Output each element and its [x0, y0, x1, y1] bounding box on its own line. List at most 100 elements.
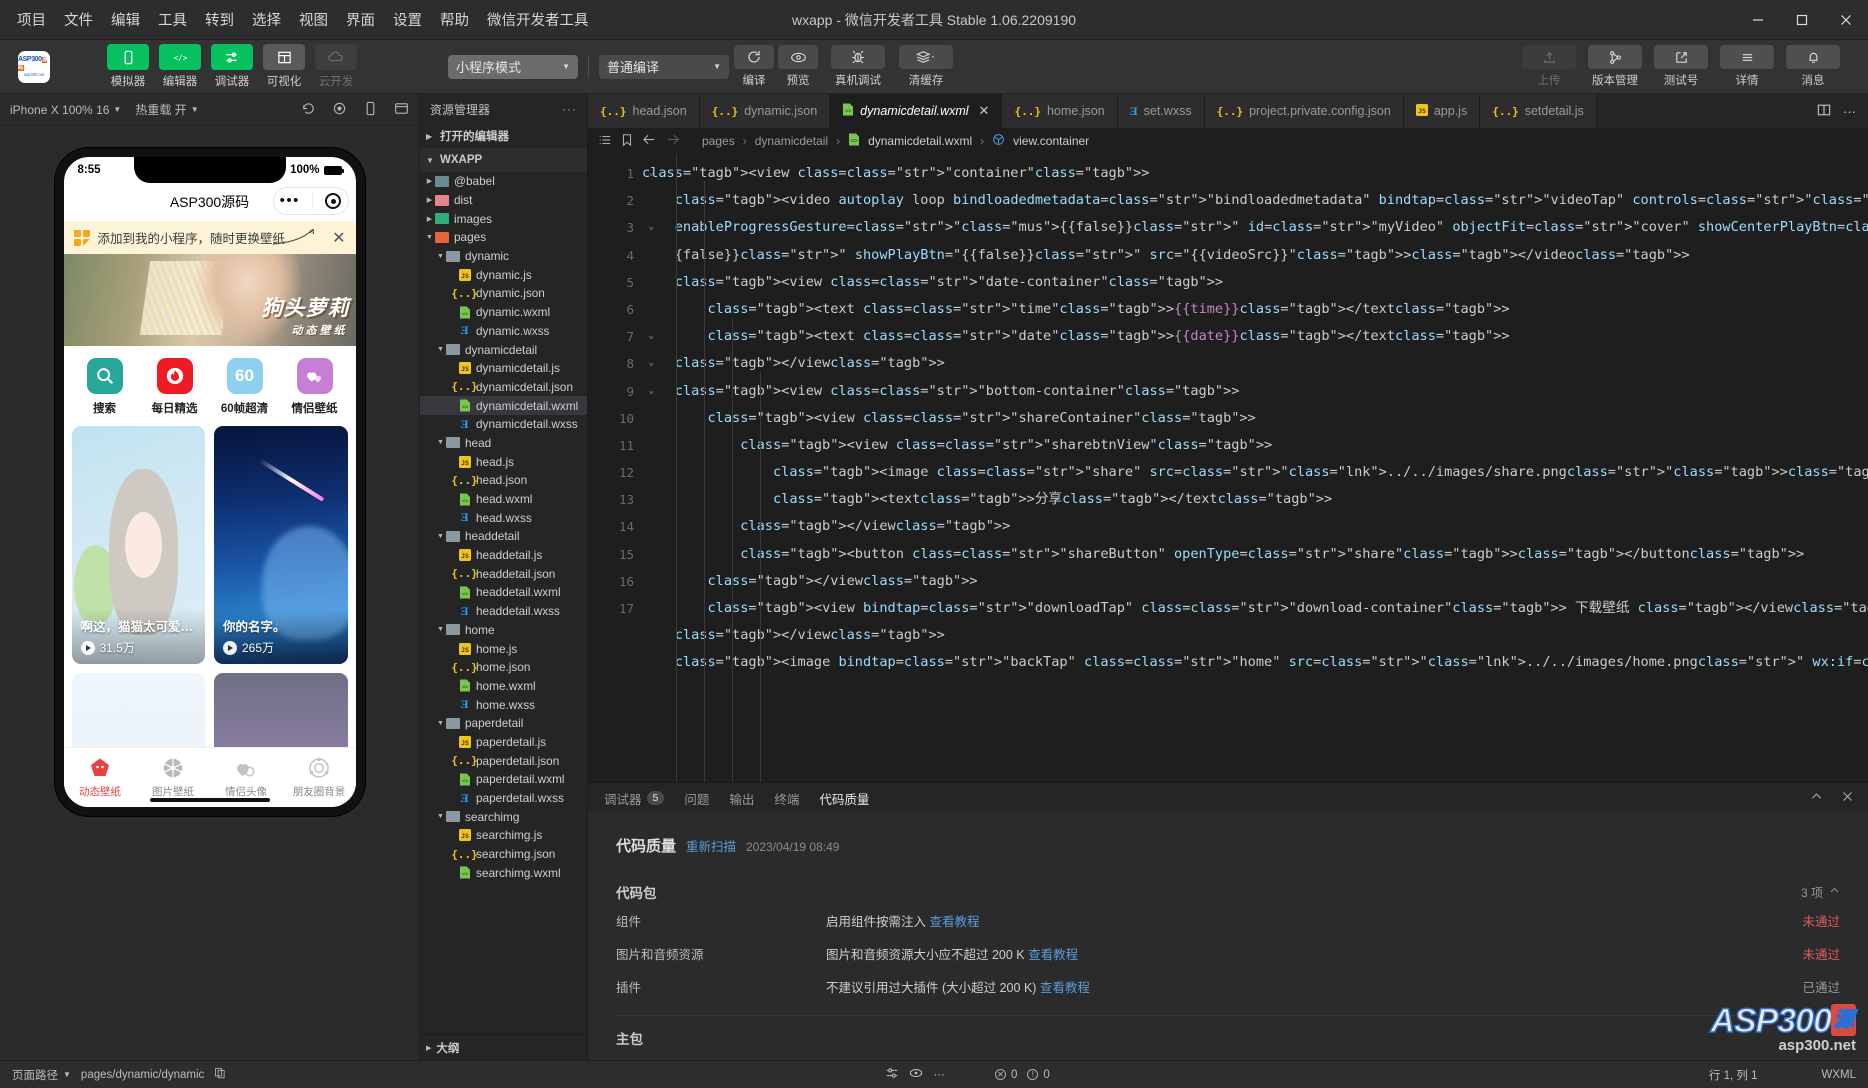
- menu-item-2[interactable]: 编辑: [102, 5, 149, 34]
- open-editors-section[interactable]: ▶ 打开的编辑器: [420, 124, 587, 148]
- phone-tab-item[interactable]: 朋友圈背景: [287, 756, 351, 799]
- editor-tab[interactable]: {..} project.private.config.json: [1204, 94, 1404, 128]
- tree-folder[interactable]: ▶ images: [420, 209, 587, 228]
- panel-tab[interactable]: 问题: [682, 783, 711, 814]
- mode-button-debugger[interactable]: 调试器: [210, 44, 254, 89]
- menu-item-6[interactable]: 视图: [290, 5, 337, 34]
- tree-file[interactable]: JS head.js: [420, 452, 587, 471]
- more-icon[interactable]: ···: [1843, 104, 1856, 119]
- settings-icon[interactable]: [885, 1066, 899, 1083]
- tree-folder[interactable]: ▼ home: [420, 621, 587, 640]
- tree-file[interactable]: {..} home.json: [420, 658, 587, 677]
- toolbar-button-test-id[interactable]: 测试号: [1652, 45, 1710, 88]
- file-tree[interactable]: ▶ @babel ▶ dist ▶ images ▼ pages ▼ dynamic JS dynam…: [420, 172, 587, 1034]
- tree-file[interactable]: {..} searchimg.json: [420, 845, 587, 864]
- code-content[interactable]: class="tagb"><view class=class="str">"co…: [642, 154, 1868, 782]
- tree-file[interactable]: <> dynamic.wxml: [420, 303, 587, 322]
- breadcrumb-item[interactable]: pages: [702, 134, 735, 148]
- tree-file[interactable]: Ǝdynamic.wxss: [420, 322, 587, 341]
- chevron-up-icon[interactable]: [1829, 885, 1840, 899]
- tree-file[interactable]: Ǝpaperdetail.wxss: [420, 789, 587, 808]
- device-select[interactable]: iPhone X 100% 16 ▼: [10, 103, 121, 117]
- record-icon[interactable]: [332, 101, 347, 119]
- tree-file[interactable]: Ǝhead.wxss: [420, 508, 587, 527]
- editor-tab[interactable]: {..} home.json: [1002, 94, 1118, 128]
- quicknav-item[interactable]: 情侣壁纸: [287, 358, 343, 416]
- eye-icon[interactable]: [909, 1066, 923, 1083]
- phone-tab-item[interactable]: 图片壁纸: [141, 756, 205, 799]
- menu-item-3[interactable]: 工具: [149, 5, 196, 34]
- editor-tab[interactable]: {..} setdetail.js: [1480, 94, 1597, 128]
- editor-tab[interactable]: JS app.js: [1403, 94, 1481, 128]
- compile-select[interactable]: 普通编译 ▼: [599, 54, 729, 79]
- toolbar-button-real-debug[interactable]: 真机调试: [829, 45, 887, 88]
- tree-folder[interactable]: ▼ pages: [420, 228, 587, 247]
- page-path-select[interactable]: 页面路径 ▼: [12, 1067, 71, 1083]
- language-mode[interactable]: WXML: [1822, 1069, 1857, 1081]
- close-icon[interactable]: ✕: [979, 103, 990, 119]
- cursor-position[interactable]: 行 1, 列 1: [1709, 1067, 1758, 1083]
- arrow-right-icon[interactable]: [665, 132, 680, 150]
- toolbar-button-version[interactable]: 版本管理: [1586, 45, 1644, 88]
- split-editor-icon[interactable]: [1817, 103, 1831, 120]
- mode-select[interactable]: 小程序模式 ▼: [448, 54, 578, 79]
- menu-item-4[interactable]: 转到: [196, 5, 243, 34]
- tree-file[interactable]: {..} head.json: [420, 471, 587, 490]
- panel-tab[interactable]: 调试器 5: [602, 783, 666, 814]
- close-icon[interactable]: ✕: [332, 228, 345, 248]
- wallpaper-card[interactable]: 你的名字。 265万: [214, 426, 348, 664]
- tree-folder[interactable]: ▼ headdetail: [420, 527, 587, 546]
- list-icon[interactable]: [598, 133, 612, 150]
- chevron-up-icon[interactable]: [1810, 790, 1823, 806]
- toolbar-button-upload[interactable]: 上传: [1520, 45, 1578, 88]
- editor-tab[interactable]: {..} head.json: [588, 94, 700, 128]
- tree-file[interactable]: JS dynamicdetail.js: [420, 359, 587, 378]
- menu-item-1[interactable]: 文件: [55, 5, 102, 34]
- device-icon[interactable]: [363, 101, 378, 119]
- toolbar-button-clear-cache[interactable]: 清缓存: [897, 45, 955, 88]
- menu-item-0[interactable]: 项目: [8, 5, 55, 34]
- copy-icon[interactable]: [214, 1067, 226, 1082]
- warning-count[interactable]: ! 0: [1027, 1069, 1050, 1081]
- tree-file[interactable]: <> head.wxml: [420, 490, 587, 509]
- tree-folder[interactable]: ▶ @babel: [420, 172, 587, 191]
- panel-tab[interactable]: 输出: [727, 783, 756, 814]
- editor-tab-bar[interactable]: {..} head.json {..} dynamic.json <> dynamicde…: [588, 94, 1868, 128]
- tree-folder[interactable]: ▼ dynamicdetail: [420, 340, 587, 359]
- tree-file[interactable]: <> headdetail.wxml: [420, 583, 587, 602]
- close-button[interactable]: [1824, 0, 1868, 40]
- quicknav-item[interactable]: 60 60帧超清: [217, 358, 273, 416]
- close-icon[interactable]: [1841, 790, 1854, 806]
- tree-file[interactable]: JS searchimg.js: [420, 826, 587, 845]
- tree-file[interactable]: JS dynamic.js: [420, 265, 587, 284]
- tree-file[interactable]: <> dynamicdetail.wxml: [420, 396, 587, 415]
- hot-reload-select[interactable]: 热重载 开 ▼: [135, 101, 198, 118]
- quicknav-item[interactable]: 每日精选: [147, 358, 203, 416]
- tree-file[interactable]: JS headdetail.js: [420, 546, 587, 565]
- mode-button-visualize[interactable]: 可视化: [262, 44, 306, 89]
- menu-bar[interactable]: 项目 文件 编辑 工具 转到 选择 视图 界面 设置 帮助 微信开发者工具: [0, 5, 598, 34]
- more-icon[interactable]: •••: [280, 193, 300, 208]
- mode-button-simulator[interactable]: 模拟器: [106, 44, 150, 89]
- quicknav-item[interactable]: 搜索: [77, 358, 133, 416]
- maximize-button[interactable]: [1780, 0, 1824, 40]
- tutorial-link[interactable]: 查看教程: [1028, 948, 1078, 962]
- panel-tab-bar[interactable]: 调试器 5 问题 输出 终端 代码质量: [588, 783, 1868, 816]
- minimize-button[interactable]: [1736, 0, 1780, 40]
- tree-file[interactable]: <> searchimg.wxml: [420, 863, 587, 882]
- menu-item-8[interactable]: 设置: [384, 5, 431, 34]
- tree-folder[interactable]: ▼ searchimg: [420, 807, 587, 826]
- outline-section[interactable]: ▶ 大纲: [420, 1034, 587, 1060]
- mode-button-editor[interactable]: </> 编辑器: [158, 44, 202, 89]
- menu-item-5[interactable]: 选择: [243, 5, 290, 34]
- menu-item-7[interactable]: 界面: [337, 5, 384, 34]
- tutorial-link[interactable]: 查看教程: [1040, 981, 1090, 995]
- tree-folder[interactable]: ▶ dist: [420, 191, 587, 210]
- breadcrumb-item[interactable]: dynamicdetail: [755, 134, 828, 148]
- tree-file[interactable]: {..} paperdetail.json: [420, 751, 587, 770]
- toolbar-button-preview[interactable]: 预览: [777, 45, 819, 88]
- editor-tab[interactable]: {..} dynamic.json: [699, 94, 831, 128]
- tree-folder[interactable]: ▼ dynamic: [420, 247, 587, 266]
- tree-file[interactable]: {..} dynamicdetail.json: [420, 378, 587, 397]
- arrow-left-icon[interactable]: [642, 132, 657, 150]
